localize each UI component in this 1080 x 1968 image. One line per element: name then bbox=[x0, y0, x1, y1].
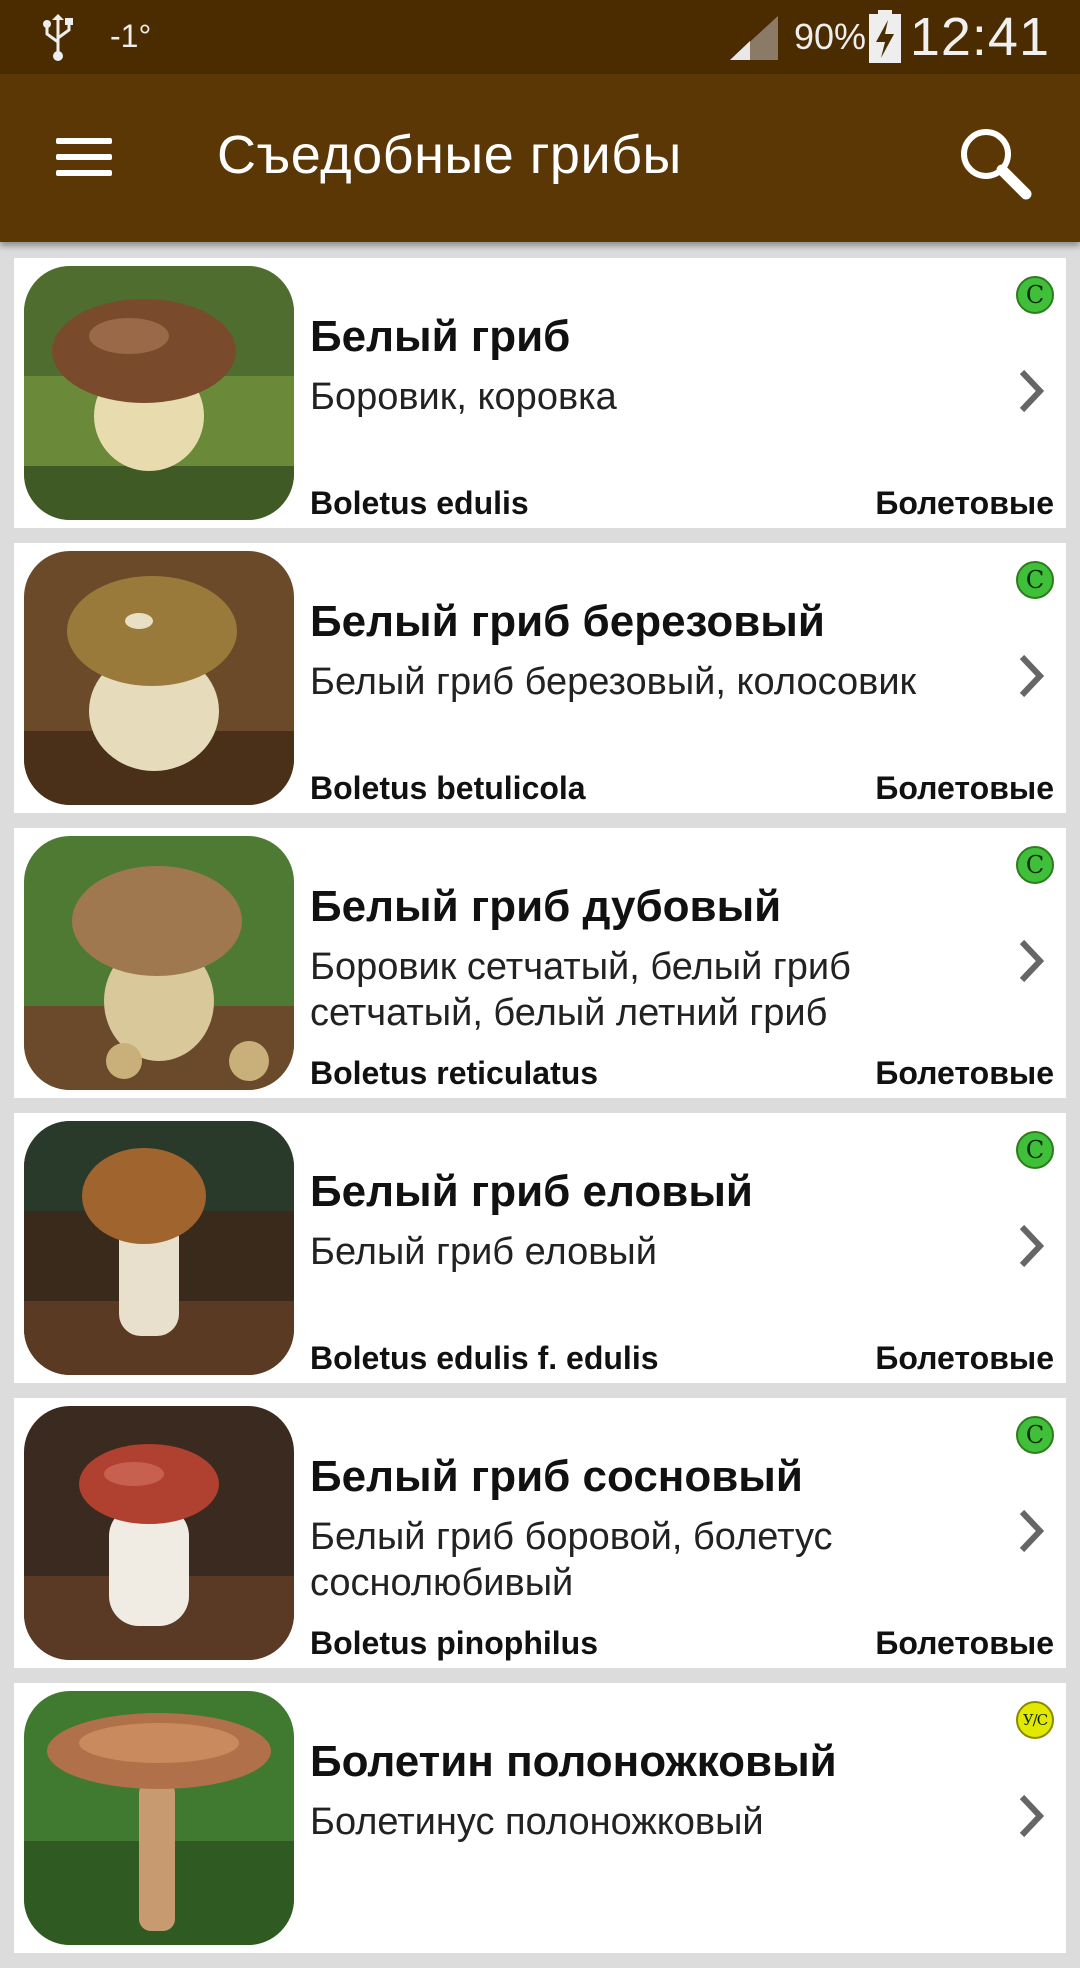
edibility-badge: С bbox=[1016, 561, 1054, 599]
search-icon[interactable] bbox=[950, 118, 1040, 208]
mushroom-synonyms: Боровик сетчатый, белый гриб сетчатый, б… bbox=[310, 946, 851, 1034]
battery-percent: 90% bbox=[794, 16, 867, 57]
mushroom-photo bbox=[24, 1406, 294, 1660]
chevron-right-icon bbox=[1019, 1794, 1045, 1838]
mushroom-name: Белый гриб еловый bbox=[310, 1167, 753, 1216]
edibility-badge: С bbox=[1016, 846, 1054, 884]
family-name: Болетовые bbox=[875, 1055, 1054, 1091]
latin-name: Boletus reticulatus bbox=[310, 1055, 599, 1091]
mushroom-synonyms: Белый гриб березовый, колосовик bbox=[310, 661, 917, 703]
mushroom-synonyms: Белый гриб еловый bbox=[310, 1231, 657, 1273]
list-item[interactable]: Болетин полоножковый Болетинус полоножко… bbox=[14, 1683, 1066, 1953]
mushroom-name: Белый гриб сосновый bbox=[310, 1452, 803, 1501]
mushroom-photo bbox=[24, 266, 294, 520]
family-name: Болетовые bbox=[875, 1625, 1054, 1661]
chevron-right-icon bbox=[1019, 939, 1045, 983]
mushroom-name: Болетин полоножковый bbox=[310, 1737, 837, 1786]
mushroom-photo bbox=[24, 1691, 294, 1945]
family-name: Болетовые bbox=[875, 1340, 1054, 1376]
status-bar: -1° 90% 12:41 bbox=[0, 0, 1080, 74]
mushroom-synonyms: Боровик, коровка bbox=[310, 376, 617, 418]
family-name: Болетовые bbox=[875, 770, 1054, 806]
mushroom-list: Белый гриб Боровик, коровка Boletus edul… bbox=[14, 258, 1066, 1968]
mushroom-name: Белый гриб дубовый bbox=[310, 882, 782, 931]
edibility-badge: У/С bbox=[1016, 1701, 1054, 1739]
menu-icon[interactable] bbox=[40, 120, 130, 190]
chevron-right-icon bbox=[1019, 1224, 1045, 1268]
mushroom-photo bbox=[24, 551, 294, 805]
latin-name: Boletus edulis f. edulis bbox=[310, 1340, 659, 1376]
app-bar: Съедобные грибы bbox=[0, 74, 1080, 242]
usb-icon bbox=[43, 14, 73, 61]
page-title: Съедобные грибы bbox=[217, 125, 682, 185]
mushroom-name: Белый гриб bbox=[310, 312, 571, 361]
latin-name: Boletus edulis bbox=[310, 485, 529, 521]
temperature-indicator: -1° bbox=[110, 18, 152, 54]
mushroom-synonyms: Болетинус полоножковый bbox=[310, 1801, 764, 1843]
mushroom-photo bbox=[24, 836, 294, 1090]
chevron-right-icon bbox=[1019, 654, 1045, 698]
list-item[interactable]: Белый гриб дубовый Боровик сетчатый, бел… bbox=[14, 828, 1066, 1098]
list-item[interactable]: Белый гриб березовый Белый гриб березовы… bbox=[14, 543, 1066, 813]
edibility-badge: С bbox=[1016, 1416, 1054, 1454]
mushroom-name: Белый гриб березовый bbox=[310, 597, 825, 646]
chevron-right-icon bbox=[1019, 369, 1045, 413]
latin-name: Boletus pinophilus bbox=[310, 1625, 598, 1661]
edibility-badge: С bbox=[1016, 1131, 1054, 1169]
signal-icon bbox=[730, 16, 778, 60]
mushroom-synonyms: Белый гриб боровой, болетус соснолюбивый bbox=[310, 1516, 833, 1604]
list-item[interactable]: Белый гриб еловый Белый гриб еловый Bole… bbox=[14, 1113, 1066, 1383]
family-name: Болетовые bbox=[875, 485, 1054, 521]
latin-name: Boletus betulicola bbox=[310, 770, 586, 806]
mushroom-photo bbox=[24, 1121, 294, 1375]
battery-charging-icon bbox=[869, 10, 901, 63]
list-item[interactable]: Белый гриб Боровик, коровка Boletus edul… bbox=[14, 258, 1066, 528]
chevron-right-icon bbox=[1019, 1509, 1045, 1553]
list-item[interactable]: Белый гриб сосновый Белый гриб боровой, … bbox=[14, 1398, 1066, 1668]
clock: 12:41 bbox=[909, 7, 1050, 67]
edibility-badge: С bbox=[1016, 276, 1054, 314]
